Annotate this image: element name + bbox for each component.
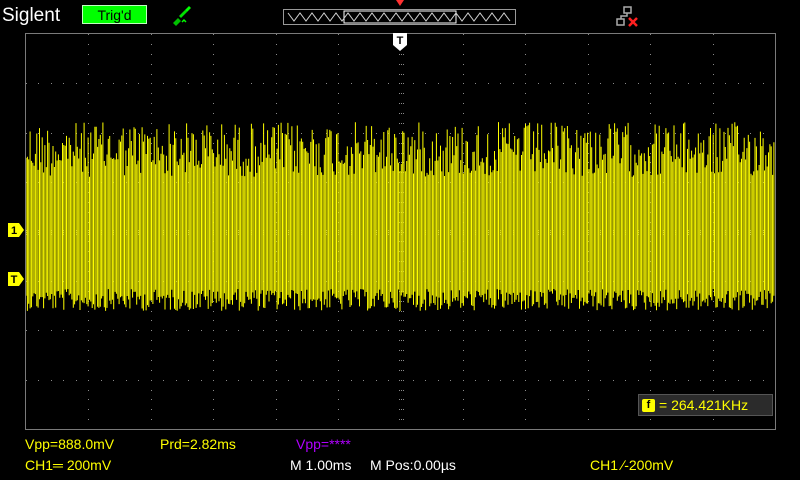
ch1-ground-marker[interactable]: 1 <box>8 223 24 237</box>
vpp-math-measurement: Vpp=**** <box>296 436 351 452</box>
trigger-status-badge: Trig'd <box>82 5 147 24</box>
trigger-level-marker[interactable]: T <box>8 272 24 286</box>
frequency-icon: f <box>642 399 655 412</box>
waveform-display[interactable] <box>25 33 776 430</box>
ch1-scale-setting[interactable]: CH1═ 200mV <box>25 457 111 473</box>
vpp-ch1-measurement: Vpp=888.0mV <box>25 436 115 452</box>
timebase-setting[interactable]: M 1.00ms <box>290 457 351 473</box>
trigger-position-marker[interactable]: T <box>393 33 407 51</box>
brand-logo: Siglent <box>2 5 61 26</box>
frequency-counter: f = 264.421KHz <box>638 394 773 416</box>
timebase-overview-bar <box>283 9 516 25</box>
trigger-level-label: T <box>11 274 18 286</box>
top-status-bar: Siglent Trig'd <box>0 0 800 32</box>
frequency-value: = 264.421KHz <box>659 397 749 413</box>
trigger-position-indicator-icon <box>396 0 404 6</box>
ch1-marker-label: 1 <box>11 225 17 237</box>
network-usb-icon <box>616 6 638 27</box>
ch1-waveform-trace <box>26 122 775 311</box>
horizontal-position-setting[interactable]: M Pos:0.00µs <box>370 457 456 473</box>
trigger-position-label: T <box>397 35 404 47</box>
probe-icon <box>173 6 191 26</box>
period-measurement: Prd=2.82ms <box>160 436 236 452</box>
trigger-setting[interactable]: CH1 ∕-200mV <box>590 457 673 473</box>
